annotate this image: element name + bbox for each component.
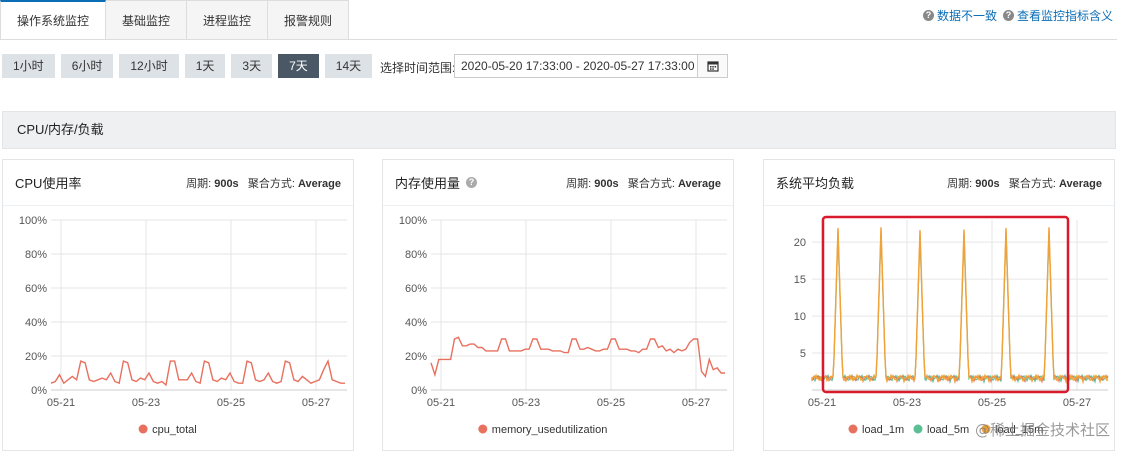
legend-marker bbox=[478, 424, 488, 434]
x-tick-label: 05-25 bbox=[597, 397, 625, 409]
panel-title: CPU使用率 bbox=[15, 176, 82, 191]
x-tick-label: 05-27 bbox=[1063, 397, 1091, 409]
cpu-panel: CPU使用率 周期: 900s 聚合方式: Average 0% 20% 40% 60… bbox=[2, 159, 354, 451]
time-button-3[interactable]: 1天 bbox=[184, 54, 226, 78]
legend-marker bbox=[913, 424, 923, 434]
x-tick-label: 05-27 bbox=[302, 397, 330, 409]
tab-bar-divider bbox=[0, 39, 1117, 40]
range-label: 选择时间范围: bbox=[380, 61, 456, 75]
x-tick-label: 05-21 bbox=[808, 397, 836, 409]
legend-marker bbox=[138, 424, 148, 434]
time-button-2[interactable]: 12小时 bbox=[119, 54, 179, 78]
y-tick-label: 10 bbox=[794, 311, 806, 323]
series-line-cpu_total bbox=[50, 359, 345, 387]
tab-2[interactable]: 进程监控 bbox=[187, 0, 269, 40]
calendar-button[interactable] bbox=[698, 54, 728, 78]
legend-marker bbox=[848, 424, 858, 434]
y-tick-label: 5 bbox=[800, 348, 806, 360]
x-tick-label: 05-25 bbox=[217, 397, 245, 409]
y-tick-label: 20 bbox=[794, 237, 806, 249]
section-header: CPU/内存/负载 bbox=[2, 111, 1116, 149]
data-inconsistent-label: 数据不一致 bbox=[936, 9, 997, 23]
cpu-chart: 0% 20% 40% 60% 80% 100% 05-21 05-23 05-25 05-27 cp… bbox=[19, 215, 347, 436]
data-inconsistent-link[interactable]: ? 数据不一致 bbox=[922, 7, 997, 24]
panel-meta: 周期: 900s 聚合方式: Average bbox=[186, 177, 341, 190]
help-icon: ? bbox=[922, 10, 934, 21]
legend-label: load_5m bbox=[927, 424, 969, 436]
time-button-1[interactable]: 6小时 bbox=[60, 54, 114, 78]
highlight-box bbox=[821, 215, 1070, 394]
watermark-text: @稀土掘金技术社区 bbox=[975, 421, 1110, 439]
load-chart: 5 10 15 20 05-21 05-23 05-25 05-27 load_1m load_5… bbox=[794, 215, 1110, 439]
help-icon[interactable]: ? bbox=[466, 177, 478, 188]
y-tick-label: 60% bbox=[405, 283, 427, 295]
y-tick-label: 80% bbox=[25, 249, 47, 261]
time-range-input[interactable]: 2020-05-20 17:33:00 - 2020-05-27 17:33:0… bbox=[454, 54, 698, 78]
metric-meaning-link[interactable]: ? 查看监控指标含义 bbox=[1002, 7, 1113, 24]
x-tick-label: 05-25 bbox=[978, 397, 1006, 409]
y-tick-label: 0% bbox=[411, 385, 427, 397]
x-tick-label: 05-23 bbox=[132, 397, 160, 409]
memory-panel: 内存使用量? 周期: 900s 聚合方式: Average 0% 20% 40% 60… bbox=[382, 159, 734, 451]
panel-meta: 周期: 900s 聚合方式: Average bbox=[947, 177, 1102, 190]
tab-0[interactable]: 操作系统监控 bbox=[0, 0, 107, 40]
series-line-load_15m bbox=[811, 227, 1109, 385]
legend-label: cpu_total bbox=[152, 424, 197, 436]
x-tick-label: 05-23 bbox=[893, 397, 921, 409]
x-tick-label: 05-27 bbox=[682, 397, 710, 409]
calendar-icon bbox=[706, 61, 719, 72]
tab-3[interactable]: 报警规则 bbox=[268, 0, 350, 40]
memory-chart: 0% 20% 40% 60% 80% 100% 05-21 05-23 05-25 05-27 me… bbox=[399, 215, 727, 436]
y-tick-label: 20% bbox=[405, 351, 427, 363]
help-links: ? 数据不一致 ? 查看监控指标含义 bbox=[922, 7, 1113, 24]
y-tick-label: 60% bbox=[25, 283, 47, 295]
metric-meaning-label: 查看监控指标含义 bbox=[1016, 9, 1113, 23]
time-button-5[interactable]: 7天 bbox=[278, 54, 319, 78]
time-button-0[interactable]: 1小时 bbox=[2, 54, 55, 78]
legend-label: load_1m bbox=[862, 424, 904, 436]
panel-title: 内存使用量? bbox=[395, 173, 478, 192]
time-button-4[interactable]: 3天 bbox=[231, 54, 273, 78]
series-line-memory_usedutilization bbox=[430, 336, 725, 379]
y-tick-label: 100% bbox=[399, 215, 427, 227]
legend-label: memory_usedutilization bbox=[492, 424, 608, 436]
tab-bar: 操作系统监控 基础监控 进程监控 报警规则 bbox=[0, 0, 350, 40]
time-range-buttons: 1小时 6小时 12小时 1天 3天 7天 14天 bbox=[2, 54, 373, 78]
help-icon: ? bbox=[1002, 10, 1014, 21]
y-tick-label: 80% bbox=[405, 249, 427, 261]
load-panel: 系统平均负载 周期: 900s 聚合方式: Average 5 10 15 20 05-… bbox=[763, 159, 1115, 451]
panel-title: 系统平均负载 bbox=[776, 176, 855, 191]
y-tick-label: 40% bbox=[405, 317, 427, 329]
y-tick-label: 20% bbox=[25, 351, 47, 363]
x-tick-label: 05-23 bbox=[512, 397, 540, 409]
y-tick-label: 0% bbox=[31, 385, 47, 397]
y-tick-label: 100% bbox=[19, 215, 47, 227]
tab-1[interactable]: 基础监控 bbox=[106, 0, 188, 40]
x-tick-label: 05-21 bbox=[427, 397, 455, 409]
time-button-6[interactable]: 14天 bbox=[324, 54, 373, 78]
y-tick-label: 40% bbox=[25, 317, 47, 329]
y-tick-label: 15 bbox=[794, 274, 806, 286]
panel-meta: 周期: 900s 聚合方式: Average bbox=[566, 177, 721, 190]
x-tick-label: 05-21 bbox=[47, 397, 75, 409]
